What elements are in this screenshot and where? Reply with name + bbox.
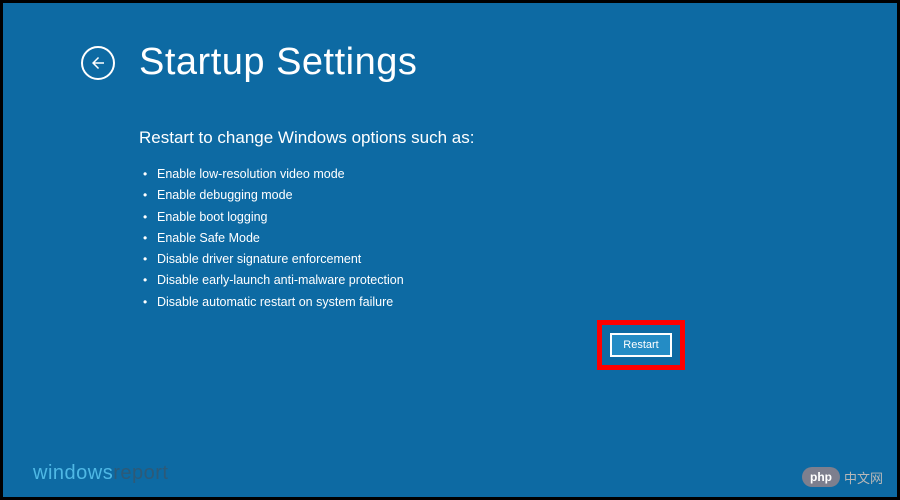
- watermark-left: windowsreport: [33, 462, 168, 485]
- restart-button[interactable]: Restart: [610, 333, 672, 357]
- subtitle: Restart to change Windows options such a…: [3, 84, 897, 148]
- highlight-box: Restart: [597, 320, 685, 370]
- back-button[interactable]: [81, 46, 115, 80]
- list-item: Enable low-resolution video mode: [157, 164, 897, 185]
- watermark-part2: report: [113, 462, 168, 484]
- list-item: Enable debugging mode: [157, 185, 897, 206]
- cn-text: 中文网: [844, 468, 883, 487]
- arrow-left-icon: [89, 54, 107, 72]
- options-list: Enable low-resolution video mode Enable …: [3, 148, 897, 313]
- list-item: Disable driver signature enforcement: [157, 249, 897, 270]
- watermark-part1: windows: [33, 462, 113, 484]
- list-item: Enable boot logging: [157, 207, 897, 228]
- page-title: Startup Settings: [139, 41, 417, 84]
- list-item: Disable automatic restart on system fail…: [157, 292, 897, 313]
- watermark-right: php 中文网: [802, 467, 883, 487]
- php-badge: php: [802, 467, 840, 487]
- header: Startup Settings: [3, 3, 897, 84]
- list-item: Enable Safe Mode: [157, 228, 897, 249]
- list-item: Disable early-launch anti-malware protec…: [157, 270, 897, 291]
